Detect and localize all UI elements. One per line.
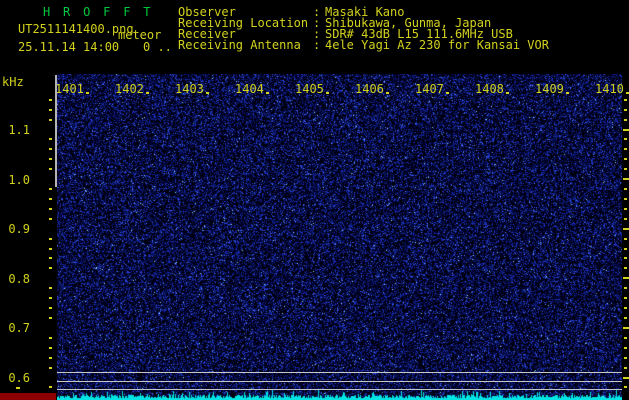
capture-filename: UT2511141400.png	[18, 23, 134, 35]
y-axis-tick-right	[624, 218, 627, 220]
y-axis-tick-right	[624, 267, 627, 269]
y-axis-tick-right-major	[623, 228, 629, 230]
y-axis-tick-right	[624, 168, 627, 170]
y-axis-tick-right	[624, 208, 627, 210]
y-axis-tick-left	[49, 238, 52, 240]
info-row-location: Receiving Location : Shibukawa, Gunma, J…	[178, 16, 628, 27]
y-axis-tick-left	[49, 168, 52, 170]
y-axis-tick-right	[624, 109, 627, 111]
app-title: H R O F F T	[43, 6, 153, 18]
y-axis-tick-left	[49, 287, 52, 289]
info-row-observer: Observer : Masaki Kano	[178, 5, 628, 16]
x-axis-label: 1404	[235, 83, 264, 95]
x-axis-label: 1402	[115, 83, 144, 95]
y-axis-tick-left	[49, 257, 52, 259]
y-axis-tick-right	[624, 297, 627, 299]
y-axis-tick-left	[49, 109, 52, 111]
y-axis-unit: kHz	[2, 76, 24, 88]
y-axis-tick-left	[49, 367, 52, 369]
calibration-line	[57, 372, 622, 373]
y-axis-tick-right	[624, 386, 627, 388]
capture-datetime: 25.11.14 14:00	[18, 41, 119, 53]
x-axis-label: 1409	[535, 83, 564, 95]
left-edge-marker-line	[55, 75, 57, 187]
y-axis-tick-right	[624, 257, 627, 259]
x-axis-label: 1403	[175, 83, 204, 95]
y-axis-tick-left	[49, 386, 52, 388]
x-axis-tick	[266, 92, 269, 94]
y-axis-tick-left	[49, 337, 52, 339]
y-axis-tick-left	[49, 347, 52, 349]
calibration-line	[57, 389, 622, 390]
y-axis-tick-right	[624, 337, 627, 339]
x-axis-tick	[446, 92, 449, 94]
x-axis-tick	[326, 92, 329, 94]
info-row-antenna: Receiving Antenna : 4ele Yagi Az 230 for…	[178, 38, 628, 49]
x-axis-tick	[146, 92, 149, 94]
y-axis-tick-right	[624, 357, 627, 359]
stray-tick	[16, 387, 20, 389]
y-axis-tick-left	[49, 158, 52, 160]
y-axis-tick-left	[49, 357, 52, 359]
y-axis-tick-right-major	[623, 129, 629, 131]
y-axis-tick-right	[624, 158, 627, 160]
y-axis-label: 1.1	[2, 123, 30, 137]
corner-red-block	[0, 393, 56, 400]
y-axis-tick-left	[49, 119, 52, 121]
info-row-receiver: Receiver : SDR# 43dB L15 111.6MHz USB	[178, 27, 628, 38]
spectrogram-canvas	[57, 74, 622, 400]
info-label: Receiving Antenna	[178, 38, 301, 52]
y-axis-tick-left	[49, 99, 52, 101]
y-axis-tick-right-major	[623, 327, 629, 329]
y-axis-tick-left	[49, 188, 52, 190]
y-axis-tick-right	[624, 248, 627, 250]
y-axis-tick-left	[49, 198, 52, 200]
y-axis-label: 1.0	[2, 173, 30, 187]
y-axis-tick-right	[624, 347, 627, 349]
y-axis-tick-left	[49, 208, 52, 210]
y-axis-tick-right	[624, 367, 627, 369]
y-axis-tick-right	[624, 148, 627, 150]
hrofft-window: H R O F F T UT2511141400.png meteor 25.1…	[0, 0, 629, 400]
y-axis-tick-left	[49, 267, 52, 269]
x-axis-label: 1407	[415, 83, 444, 95]
y-axis-tick-left	[49, 218, 52, 220]
y-axis-tick-right	[624, 198, 627, 200]
calibration-line	[57, 381, 622, 382]
y-axis-tick-right-major	[623, 277, 629, 279]
y-axis-tick-right	[624, 119, 627, 121]
x-axis-tick	[86, 92, 89, 94]
x-axis-tick	[566, 92, 569, 94]
x-axis-tick	[206, 92, 209, 94]
y-axis-tick-right	[624, 188, 627, 190]
y-axis-tick-right	[624, 287, 627, 289]
y-axis-label: 0.7	[2, 321, 30, 335]
info-separator: :	[313, 38, 320, 52]
y-axis-tick-left	[49, 297, 52, 299]
x-axis-label: 1408	[475, 83, 504, 95]
x-axis-tick	[506, 92, 509, 94]
y-axis-tick-right	[624, 138, 627, 140]
y-axis-tick-right	[624, 317, 627, 319]
y-axis-label: 0.8	[2, 272, 30, 286]
x-axis-label: 1405	[295, 83, 324, 95]
y-axis-tick-left	[49, 248, 52, 250]
y-axis-tick-right-major	[623, 377, 629, 379]
y-axis-tick-left	[49, 148, 52, 150]
y-axis-tick-right	[624, 238, 627, 240]
y-axis-tick-right	[624, 307, 627, 309]
info-value: 4ele Yagi Az 230 for Kansai VOR	[325, 38, 549, 52]
y-axis-tick-left	[49, 317, 52, 319]
y-axis-label: 0.6	[2, 371, 30, 385]
x-axis-label: 1410	[595, 83, 624, 95]
y-axis-tick-left	[49, 138, 52, 140]
y-axis-tick-right-major	[623, 178, 629, 180]
echo-count-indicator: 0 ..	[143, 41, 172, 53]
y-axis-tick-left	[49, 307, 52, 309]
x-axis-label: 1406	[355, 83, 384, 95]
y-axis-label: 0.9	[2, 222, 30, 236]
x-axis-tick	[386, 92, 389, 94]
y-axis-tick-right	[624, 99, 627, 101]
x-axis-label: 1401	[55, 83, 84, 95]
